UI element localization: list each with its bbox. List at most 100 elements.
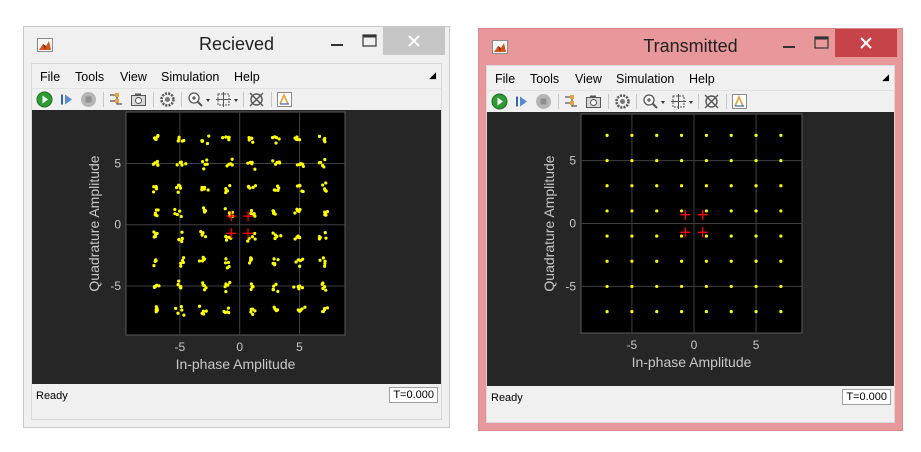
received-symbol-point bbox=[201, 281, 205, 285]
menu-tools[interactable]: Tools bbox=[530, 72, 559, 86]
title-bar[interactable]: Transmitted bbox=[479, 29, 902, 65]
received-symbol-point bbox=[153, 234, 158, 238]
scope-display[interactable]: -5 0 5 5 0 -5 In-phase Amplitude Quadrature Amp… bbox=[32, 110, 441, 384]
step-forward-icon[interactable] bbox=[58, 91, 75, 108]
received-symbol-point bbox=[221, 136, 225, 140]
plot-axes[interactable] bbox=[125, 111, 346, 336]
received-symbol-point bbox=[253, 184, 258, 188]
received-symbol-point bbox=[227, 135, 231, 139]
received-symbol-point bbox=[318, 235, 322, 240]
received-symbol-point bbox=[229, 162, 233, 166]
received-symbol-point bbox=[201, 309, 205, 313]
run-icon[interactable] bbox=[491, 93, 508, 110]
transmitted-symbol-point bbox=[655, 209, 659, 213]
received-symbol-point bbox=[301, 162, 305, 166]
received-symbol-point bbox=[224, 235, 228, 239]
menu-view[interactable]: View bbox=[575, 72, 602, 86]
transmitted-symbol-point bbox=[605, 158, 609, 163]
transmitted-symbol-point bbox=[679, 209, 684, 213]
close-button[interactable] bbox=[835, 29, 897, 57]
stop-icon[interactable] bbox=[80, 91, 97, 108]
transmitted-symbol-point bbox=[704, 310, 708, 314]
fit-to-view-icon[interactable] bbox=[215, 91, 241, 108]
received-symbol-point bbox=[270, 136, 275, 140]
close-button[interactable] bbox=[383, 27, 445, 55]
received-symbol-point bbox=[154, 137, 158, 141]
settings-icon[interactable] bbox=[614, 93, 631, 110]
menu-help[interactable]: Help bbox=[234, 70, 260, 84]
menu-tools[interactable]: Tools bbox=[75, 70, 104, 84]
constellation-plot[interactable]: -5 0 5 5 0 -5 In-phase Amplitude Quadrature Amp… bbox=[487, 112, 895, 386]
received-symbol-point bbox=[224, 290, 228, 294]
menu-file[interactable]: File bbox=[40, 70, 60, 84]
received-symbol-point bbox=[180, 236, 184, 241]
received-symbol-point bbox=[180, 308, 184, 312]
received-symbol-point bbox=[246, 239, 250, 243]
y-axis-label: Quadrature Amplitude bbox=[541, 155, 557, 291]
received-symbol-point bbox=[274, 162, 278, 166]
highlight-icon[interactable] bbox=[276, 91, 293, 108]
title-bar[interactable]: Recieved bbox=[24, 27, 449, 63]
settings-icon[interactable] bbox=[159, 91, 176, 108]
scope-client-area: File Tools View Simulation Help ◢ -5 0 5… bbox=[31, 63, 442, 420]
fit-to-view-icon[interactable] bbox=[670, 93, 696, 110]
camera-icon[interactable] bbox=[130, 91, 147, 108]
menu-file[interactable]: File bbox=[495, 72, 515, 86]
camera-icon[interactable] bbox=[585, 93, 602, 110]
transmitted-symbol-point bbox=[679, 259, 684, 263]
received-symbol-point bbox=[227, 235, 231, 239]
stop-icon[interactable] bbox=[535, 93, 552, 110]
signal-select-icon[interactable] bbox=[108, 91, 125, 108]
scale-axes-icon[interactable] bbox=[703, 93, 720, 110]
received-symbol-point bbox=[226, 260, 231, 265]
scope-display[interactable]: -5 0 5 5 0 -5 In-phase Amplitude Quadrature Amp… bbox=[487, 112, 894, 386]
menu-simulation[interactable]: Simulation bbox=[616, 72, 674, 86]
toolbar-separator bbox=[181, 92, 182, 107]
received-symbol-point bbox=[228, 183, 232, 188]
zoom-icon[interactable] bbox=[642, 93, 668, 110]
received-symbol-point bbox=[202, 284, 206, 288]
transmitted-symbol-point bbox=[704, 234, 708, 238]
transmitted-symbol-point bbox=[605, 259, 609, 263]
received-symbol-point bbox=[223, 310, 227, 315]
menu-simulation[interactable]: Simulation bbox=[161, 70, 219, 84]
maximize-button[interactable] bbox=[355, 29, 383, 55]
x-axis-label: In-phase Amplitude bbox=[632, 354, 752, 370]
received-symbol-point bbox=[177, 237, 181, 242]
menu-view[interactable]: View bbox=[120, 70, 147, 84]
minimize-button[interactable] bbox=[324, 29, 350, 55]
transmitted-symbol-point bbox=[655, 184, 659, 188]
menu-overflow-icon[interactable]: ◢ bbox=[882, 72, 889, 83]
transmitted-symbol-point bbox=[704, 133, 708, 137]
scale-axes-icon[interactable] bbox=[248, 91, 265, 108]
received-symbol-point bbox=[203, 208, 207, 213]
received-symbol-point bbox=[249, 310, 253, 314]
run-icon[interactable] bbox=[36, 91, 53, 108]
menu-help[interactable]: Help bbox=[689, 72, 715, 86]
minimize-button[interactable] bbox=[776, 31, 802, 57]
received-symbol-point bbox=[276, 258, 280, 262]
received-symbol-point bbox=[181, 260, 185, 265]
received-symbol-point bbox=[252, 211, 256, 216]
received-symbol-point bbox=[179, 305, 183, 309]
received-symbol-point bbox=[250, 160, 254, 164]
received-symbol-point bbox=[323, 210, 327, 214]
zoom-icon[interactable] bbox=[187, 91, 213, 108]
received-symbol-point bbox=[175, 212, 179, 217]
highlight-icon[interactable] bbox=[731, 93, 748, 110]
constellation-plot[interactable]: -5 0 5 5 0 -5 In-phase Amplitude Quadrature Amp… bbox=[32, 110, 442, 384]
received-symbol-point bbox=[224, 238, 229, 242]
received-symbol-point bbox=[152, 264, 156, 268]
transmitted-symbol-point bbox=[630, 234, 634, 238]
step-forward-icon[interactable] bbox=[513, 93, 530, 110]
received-symbol-point bbox=[272, 284, 276, 288]
signal-select-icon[interactable] bbox=[563, 93, 580, 110]
transmitted-symbol-point bbox=[754, 284, 758, 289]
received-symbol-point bbox=[177, 137, 181, 141]
received-symbol-point bbox=[298, 207, 302, 212]
transmitted-symbol-point bbox=[655, 310, 659, 314]
transmitted-symbol-point bbox=[729, 184, 733, 188]
maximize-button[interactable] bbox=[807, 31, 835, 57]
menu-overflow-icon[interactable]: ◢ bbox=[429, 70, 436, 81]
received-symbol-point bbox=[295, 207, 299, 211]
